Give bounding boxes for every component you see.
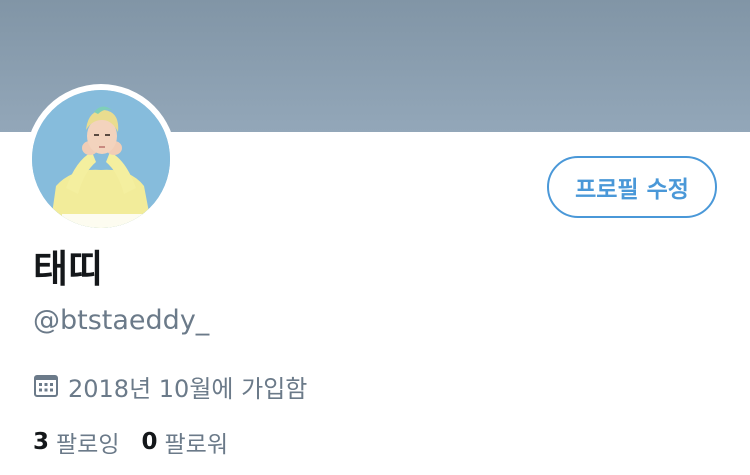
avatar-picture xyxy=(32,90,170,228)
followers-link[interactable]: 0 팔로워 xyxy=(142,425,229,459)
display-name: 태띠 xyxy=(33,247,103,291)
joined-date-text: 2018년 10월에 가입함 xyxy=(68,374,308,403)
username-handle: @btstaeddy_ xyxy=(33,305,210,336)
joined-date-row: 2018년 10월에 가입함 xyxy=(33,368,307,404)
following-count: 3 xyxy=(33,429,50,455)
calendar-icon xyxy=(33,373,59,399)
following-link[interactable]: 3 팔로잉 xyxy=(33,425,120,459)
following-label: 팔로잉 xyxy=(56,432,120,458)
follow-stats: 3 팔로잉 0 팔로워 xyxy=(33,424,250,460)
edit-profile-button[interactable]: 프로필 수정 xyxy=(547,156,717,218)
followers-label: 팔로워 xyxy=(164,432,228,458)
avatar-frame xyxy=(26,84,176,234)
followers-count: 0 xyxy=(141,429,158,455)
profile-page: 프로필 수정 태띠 @btstaeddy_ 2018년 10월에 가입함 3 팔… xyxy=(0,0,750,475)
avatar[interactable] xyxy=(32,90,170,228)
